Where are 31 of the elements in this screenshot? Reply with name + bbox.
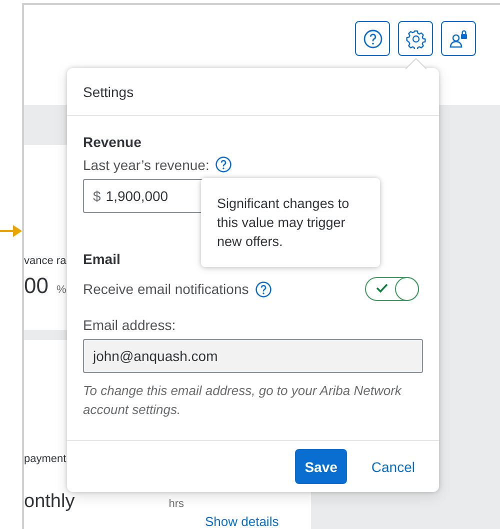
currency-symbol: $: [93, 188, 101, 204]
user-lock-icon: [448, 28, 468, 48]
help-icon: [362, 28, 382, 48]
settings-button[interactable]: [398, 21, 433, 56]
field-label: Last year’s revenue:: [83, 156, 210, 172]
cancel-button[interactable]: Cancel: [367, 458, 419, 474]
metric-label: vance ra: [24, 255, 66, 267]
help-icon[interactable]: [215, 156, 232, 173]
field-label: Email address:: [83, 317, 177, 333]
check-icon: [376, 283, 388, 293]
revenue-value: 1,900,000: [106, 188, 168, 204]
metric-value: 00: [24, 273, 48, 299]
help-icon[interactable]: [254, 280, 272, 298]
popover-title: Settings: [67, 68, 439, 116]
tooltip: Significant changes to this value may trigger new offers.: [201, 178, 380, 267]
save-button[interactable]: Save: [294, 449, 348, 484]
metric-unit: %: [56, 284, 66, 296]
metric-label: payment: [24, 453, 66, 465]
user-lock-button[interactable]: [441, 21, 476, 56]
section-heading: Email: [83, 251, 122, 267]
arrow-icon: [0, 225, 22, 237]
help-text: To change this email address, go to your Ariba Network account settings.: [83, 382, 403, 419]
metric-unit: hrs: [168, 497, 184, 512]
settings-icon: [406, 28, 426, 48]
section-heading: Revenue: [83, 134, 142, 150]
email-field[interactable]: john@anquash.com: [83, 339, 423, 373]
help-button[interactable]: [355, 21, 390, 56]
metric-value: onthly: [24, 492, 75, 512]
toggle-label: Receive email notifications: [83, 281, 249, 297]
notifications-switch[interactable]: [365, 277, 419, 301]
show-details-link[interactable]: Show details: [205, 515, 279, 529]
